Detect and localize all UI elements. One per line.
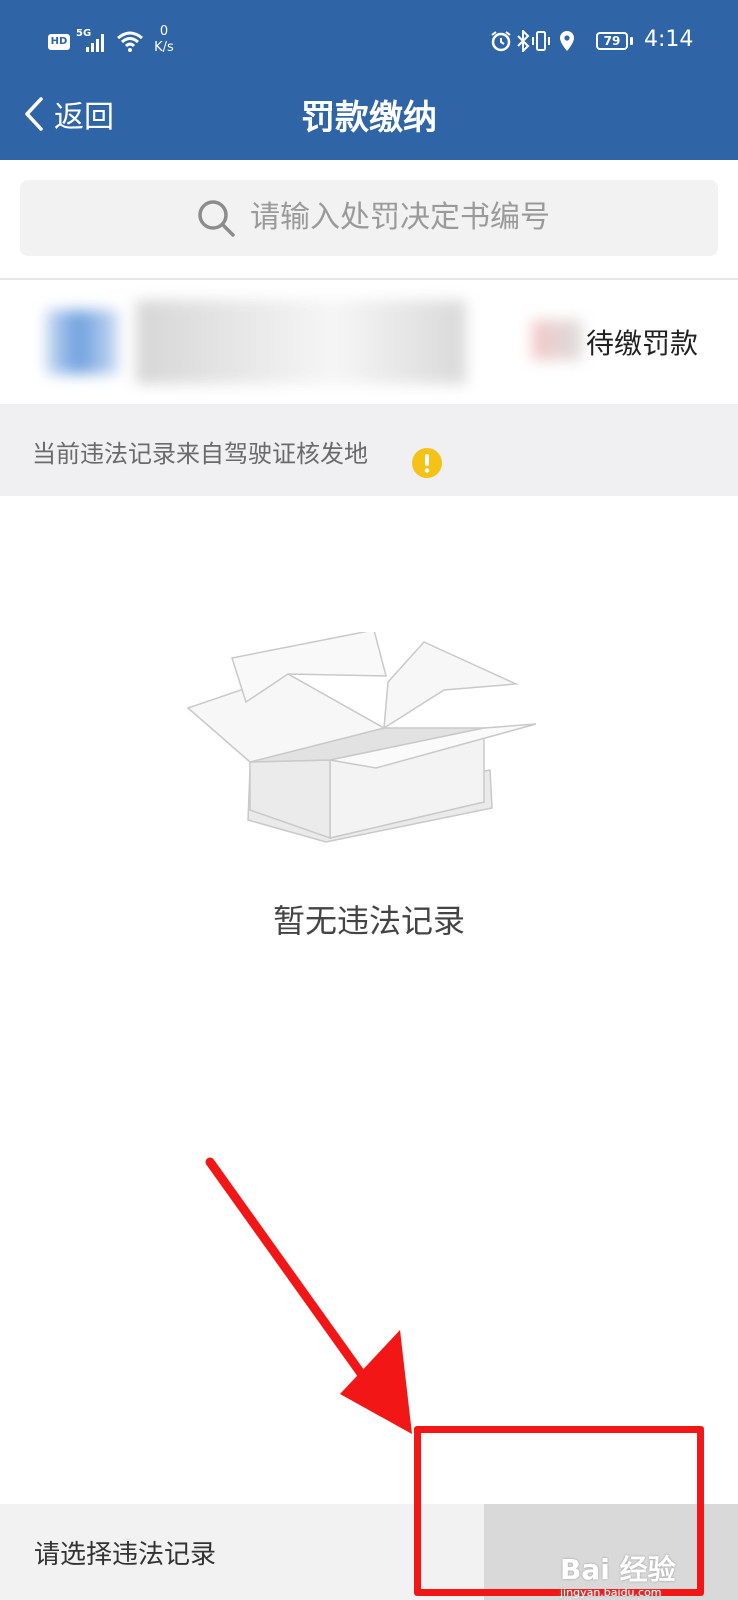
battery-icon: 79 — [596, 32, 628, 50]
status-bar: HD 5G 0 K/s 79 4:14 — [0, 0, 738, 80]
hd-voice-icon: HD — [48, 34, 70, 50]
network-speed-value: 0 — [159, 24, 169, 39]
empty-state-text: 暂无违法记录 — [272, 902, 465, 940]
empty-box-icon — [186, 632, 537, 843]
bluetooth-icon — [517, 30, 530, 52]
notice-bar: 当前违法记录来自驾驶证核发地 — [0, 404, 738, 496]
search-section: 请输入处罚决定书编号 — [0, 160, 738, 280]
page-title: 罚款缴纳 — [301, 98, 437, 138]
payment-status: 待缴罚款 — [586, 327, 699, 360]
watermark-url: jingyan.baidu.com — [560, 1586, 662, 1599]
network-speed: 0 K/s — [152, 24, 176, 56]
vehicle-row[interactable]: 待缴罚款 — [0, 280, 738, 404]
network-speed-unit: K/s — [154, 40, 174, 55]
vehicle-avatar — [46, 310, 118, 374]
alarm-icon — [491, 31, 511, 52]
app-header: HD 5G 0 K/s 79 4:14 返回 罚款缴纳 — [0, 0, 738, 160]
watermark: Bai 经验 jingyan.baidu.com — [560, 1548, 676, 1599]
select-prompt: 请选择违法记录 — [34, 1540, 217, 1570]
notice-text: 当前违法记录来自驾驶证核发地 — [32, 440, 368, 468]
plate-number-redacted — [136, 300, 466, 384]
status-marker-redacted — [532, 320, 582, 360]
search-input[interactable]: 请输入处罚决定书编号 — [20, 180, 718, 256]
search-placeholder: 请输入处罚决定书编号 — [250, 200, 550, 235]
battery-tip — [630, 37, 633, 45]
wifi-icon — [117, 31, 143, 52]
signal-icon — [86, 32, 110, 52]
status-time: 4:14 — [644, 27, 694, 52]
watermark-brand: Bai 经验 — [560, 1553, 676, 1586]
search-icon — [198, 200, 235, 237]
vibrate-icon — [532, 31, 550, 51]
location-icon — [560, 31, 574, 51]
warning-icon[interactable] — [412, 448, 442, 478]
